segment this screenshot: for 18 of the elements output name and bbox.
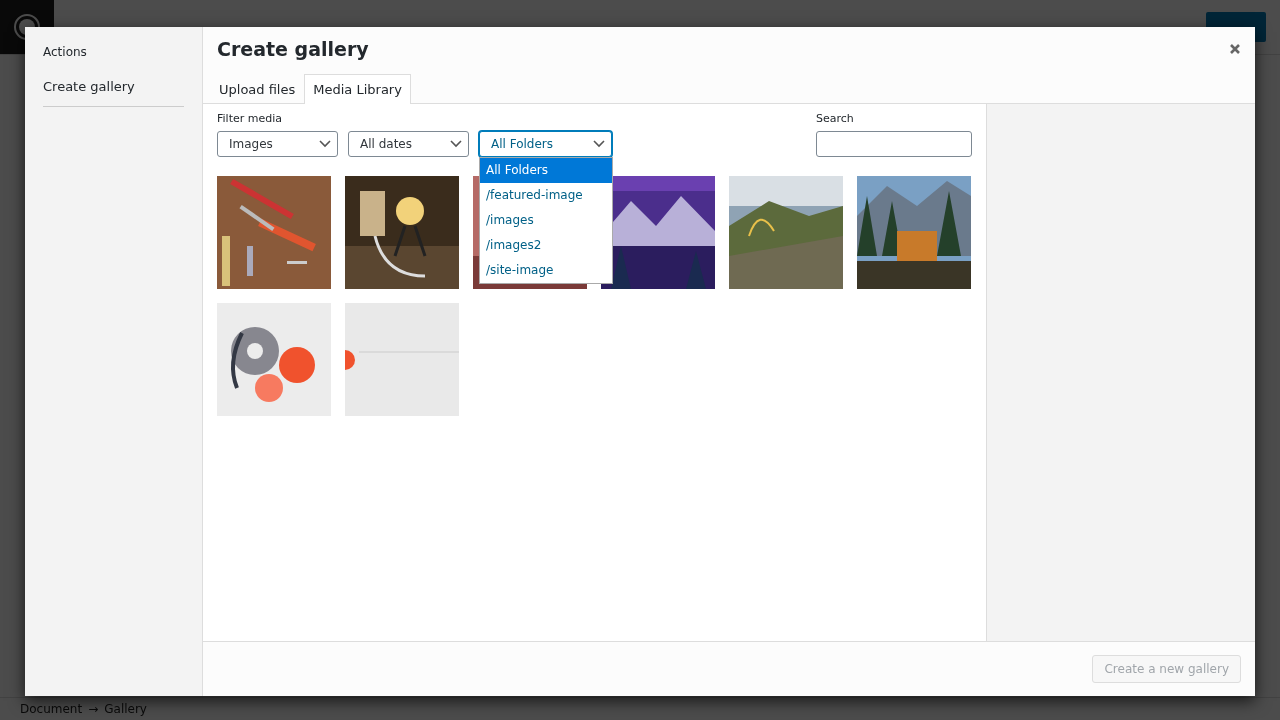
select-dropdown[interactable]: Images [217, 131, 338, 157]
menu-heading: Actions [43, 44, 88, 61]
close-icon[interactable] [1229, 43, 1241, 55]
chevron-icon [319, 140, 331, 148]
tab[interactable]: Upload files [210, 74, 305, 104]
breadcrumb: Document [20, 702, 83, 716]
breadcrumb: → [88, 702, 99, 716]
chevron-icon [450, 140, 462, 148]
breadcrumb: Gallery [104, 702, 147, 716]
filter-label: Filter media [217, 112, 283, 125]
select-dropdown[interactable]: All dates [348, 131, 469, 157]
search-label: Search [816, 112, 855, 125]
dropdown-option[interactable]: All Folders [480, 158, 612, 183]
menu-item[interactable]: Create gallery [43, 73, 184, 107]
chevron-icon [593, 140, 605, 148]
modal-title: Create gallery [217, 38, 369, 60]
tab[interactable]: Media Library [304, 74, 411, 104]
search-field[interactable] [816, 131, 972, 157]
